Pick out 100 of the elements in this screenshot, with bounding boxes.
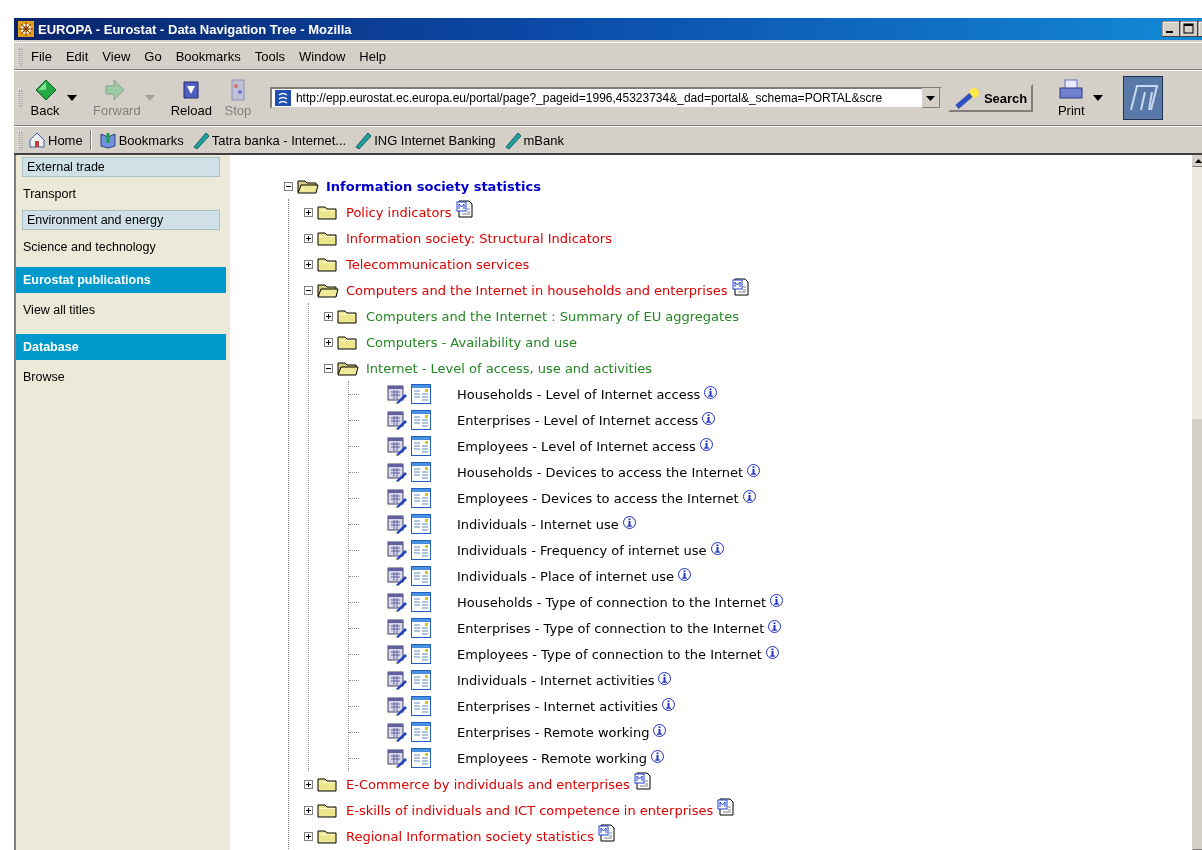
info-icon[interactable] [699, 437, 713, 451]
sidebar-link[interactable]: Browse [16, 363, 230, 390]
collapse-icon[interactable] [284, 181, 293, 191]
back-button[interactable]: Back [23, 76, 67, 120]
info-icon[interactable] [704, 385, 718, 399]
sidebar-link[interactable]: View all titles [16, 296, 230, 323]
calendar-pencil-icon[interactable] [387, 696, 407, 716]
expand-icon[interactable] [304, 207, 313, 217]
expand-icon[interactable] [304, 805, 313, 815]
toolbar-grip[interactable] [17, 130, 23, 150]
calendar-pencil-icon[interactable] [387, 748, 407, 768]
dataset-link[interactable]: Enterprises - Remote working [457, 724, 650, 740]
maximize-icon[interactable] [1180, 21, 1198, 37]
table-icon[interactable] [411, 670, 431, 690]
print-button[interactable]: Print [1049, 76, 1094, 120]
toolbar-grip[interactable] [17, 88, 23, 108]
document-icon[interactable] [597, 824, 616, 842]
dataset-link[interactable]: Enterprises - Internet activities [457, 698, 658, 714]
address-field[interactable]: http://epp.eurostat.ec.europa.eu/portal/page?_pageid=1996,45323734&_dad=portal&_schema=PORTAL&scre [269, 87, 942, 109]
dataset-link[interactable]: Households - Devices to access the Internet [457, 464, 744, 480]
info-icon[interactable] [770, 593, 784, 607]
dataset-link[interactable]: Employees - Remote working [457, 750, 647, 766]
info-icon[interactable] [622, 515, 636, 529]
bookmark-link[interactable]: Tatra banka - Internet... [188, 130, 350, 150]
bookmarks-button[interactable]: Bookmarks [95, 130, 187, 150]
document-icon[interactable] [455, 200, 474, 218]
folder-link[interactable]: Regional Information society statistics [346, 828, 594, 844]
collapse-icon[interactable] [324, 363, 333, 373]
menu-item[interactable]: Bookmarks [169, 46, 247, 66]
table-icon[interactable] [411, 566, 431, 586]
bookmark-link[interactable]: mBank [500, 130, 567, 150]
table-icon[interactable] [411, 384, 431, 404]
table-icon[interactable] [411, 514, 431, 534]
folder-link[interactable]: E-skills of individuals and ICT competence in enterprises [346, 802, 714, 818]
table-icon[interactable] [411, 488, 431, 508]
calendar-pencil-icon[interactable] [387, 488, 407, 508]
scroll-up-icon[interactable] [1194, 158, 1202, 163]
dataset-link[interactable]: Enterprises - Level of Internet access [457, 412, 699, 428]
home-button[interactable]: Home [25, 130, 86, 150]
calendar-pencil-icon[interactable] [387, 514, 407, 534]
info-icon[interactable] [742, 489, 756, 503]
calendar-pencil-icon[interactable] [387, 436, 407, 456]
expand-icon[interactable] [304, 779, 313, 789]
info-icon[interactable] [677, 567, 691, 581]
dataset-link[interactable]: Employees - Level of Internet access [457, 438, 696, 454]
reload-button[interactable]: Reload [166, 76, 216, 120]
folder-link[interactable]: Telecommunication services [346, 256, 530, 272]
table-icon[interactable] [411, 592, 431, 612]
sidebar-link[interactable]: Transport [16, 180, 230, 207]
document-icon[interactable] [633, 772, 652, 790]
menu-item[interactable]: Help [353, 46, 393, 66]
info-icon[interactable] [768, 619, 782, 633]
menu-item[interactable]: File [25, 46, 58, 66]
info-icon[interactable] [765, 645, 779, 659]
scroll-thumb[interactable] [1192, 418, 1202, 850]
expand-icon[interactable] [304, 233, 313, 243]
dataset-link[interactable]: Individuals - Internet use [457, 516, 619, 532]
folder-link[interactable]: Information society: Structural Indicators [346, 230, 612, 246]
folder-link[interactable]: Policy indicators [346, 204, 452, 220]
dataset-link[interactable]: Households - Type of connection to the Internet [457, 594, 767, 610]
folder-link[interactable]: Information society statistics [326, 178, 541, 194]
dataset-link[interactable]: Employees - Devices to access the Internet [457, 490, 739, 506]
document-icon[interactable] [717, 798, 736, 816]
calendar-pencil-icon[interactable] [387, 618, 407, 638]
calendar-pencil-icon[interactable] [387, 566, 407, 586]
table-icon[interactable] [411, 462, 431, 482]
dataset-link[interactable]: Individuals - Frequency of internet use [457, 542, 707, 558]
menu-item[interactable]: View [96, 46, 137, 66]
caret-icon[interactable] [67, 95, 77, 101]
scrollbar[interactable] [1192, 155, 1202, 850]
sidebar-link[interactable]: Science and technology [16, 233, 230, 260]
info-icon[interactable] [747, 463, 761, 477]
document-icon[interactable] [731, 278, 750, 296]
info-icon[interactable] [653, 723, 667, 737]
folder-link[interactable]: Internet - Level of access, use and activities [366, 360, 653, 376]
search-button[interactable]: Search [947, 84, 1034, 112]
bookmark-link[interactable]: ING Internet Banking [351, 130, 499, 150]
calendar-pencil-icon[interactable] [387, 540, 407, 560]
caret-icon[interactable] [1093, 95, 1104, 101]
folder-link[interactable]: E-Commerce by individuals and enterprises [346, 776, 630, 792]
calendar-pencil-icon[interactable] [387, 644, 407, 664]
toolbar-grip[interactable] [17, 46, 23, 66]
minimize-icon[interactable] [1162, 21, 1180, 37]
folder-link[interactable]: Computers - Availability and use [366, 334, 577, 350]
info-icon[interactable] [658, 671, 672, 685]
table-icon[interactable] [411, 410, 431, 430]
sidebar-item[interactable]: External trade [22, 157, 220, 177]
dataset-link[interactable]: Enterprises - Type of connection to the Internet [457, 620, 765, 636]
info-icon[interactable] [650, 749, 664, 763]
dataset-link[interactable]: Households - Level of Internet access [457, 386, 701, 402]
sidebar-item[interactable]: Environment and energy [22, 210, 220, 230]
calendar-pencil-icon[interactable] [387, 384, 407, 404]
expand-icon[interactable] [324, 337, 333, 347]
table-icon[interactable] [411, 436, 431, 456]
calendar-pencil-icon[interactable] [387, 670, 407, 690]
expand-icon[interactable] [324, 311, 333, 321]
folder-link[interactable]: Computers and the Internet : Summary of EU aggregates [366, 308, 739, 324]
collapse-icon[interactable] [304, 285, 313, 295]
table-icon[interactable] [411, 722, 431, 742]
info-icon[interactable] [661, 697, 675, 711]
